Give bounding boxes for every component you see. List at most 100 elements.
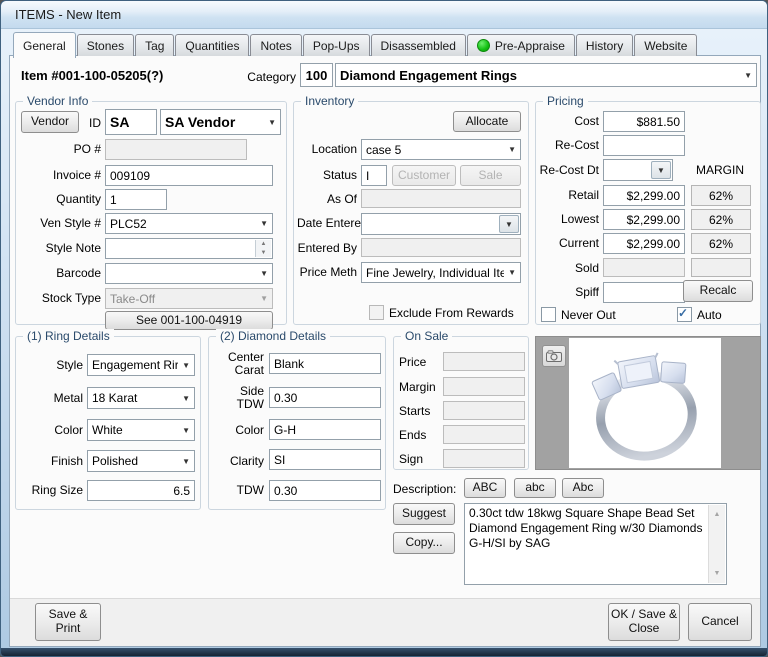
tab-tag[interactable]: Tag — [135, 34, 174, 56]
tab-website[interactable]: Website — [634, 34, 697, 56]
scroll-down-icon[interactable]: ▼ — [714, 566, 721, 581]
exclude-rewards-checkbox[interactable]: Exclude From Rewards — [369, 305, 514, 320]
customer-button: Customer — [392, 165, 456, 186]
tab-stones[interactable]: Stones — [77, 34, 134, 56]
invoice-label: Invoice # — [15, 168, 101, 182]
barcode-dropdown[interactable]: ▼ — [105, 263, 273, 284]
lowest-margin: 62% — [691, 209, 751, 230]
clarity-field[interactable]: SI — [269, 449, 381, 470]
recost-label: Re-Cost — [539, 138, 599, 152]
tab-quantities[interactable]: Quantities — [175, 34, 249, 56]
location-dropdown[interactable]: case 5▼ — [361, 139, 521, 160]
see-item-button[interactable]: See 001-100-04919 — [105, 311, 273, 330]
center-carat-field[interactable]: Blank — [269, 353, 381, 374]
auto-checkbox[interactable]: Auto — [677, 307, 722, 322]
tab-pre-appraise[interactable]: Pre-Appraise — [467, 34, 575, 56]
uppercase-button[interactable]: ABC — [464, 478, 506, 498]
sale-starts-label: Starts — [399, 404, 439, 418]
save-print-button[interactable]: Save & Print — [35, 603, 101, 641]
recost-dt-label: Re-Cost Dt — [535, 163, 599, 177]
recalc-button[interactable]: Recalc — [683, 280, 753, 302]
vendor-id-field[interactable]: SA — [105, 109, 157, 135]
sale-sign-label: Sign — [399, 452, 439, 466]
lowercase-button[interactable]: abc — [514, 478, 556, 498]
recost-dt-combo[interactable]: ▼ — [603, 159, 673, 181]
checkbox-icon — [369, 305, 384, 320]
category-label: Category — [241, 70, 296, 84]
tab-popups[interactable]: Pop-Ups — [303, 34, 370, 56]
price-meth-dropdown[interactable]: Fine Jewelry, Individual Iten▼ — [361, 262, 521, 283]
side-tdw-field[interactable]: 0.30 — [269, 387, 381, 408]
status-field[interactable]: I — [361, 165, 387, 186]
titlecase-button[interactable]: Abc — [562, 478, 604, 498]
sale-button: Sale — [460, 165, 521, 186]
tab-disassembled[interactable]: Disassembled — [371, 34, 466, 56]
window-frame-bottom — [1, 648, 768, 657]
current-field[interactable]: $2,299.00 — [603, 233, 685, 254]
item-image-panel — [535, 336, 761, 470]
tab-history[interactable]: History — [576, 34, 633, 56]
quantity-label: Quantity — [15, 192, 101, 206]
ring-size-field[interactable]: 6.5 — [87, 480, 195, 501]
diamond-color-field[interactable]: G-H — [269, 419, 381, 440]
description-textarea[interactable]: 0.30ct tdw 18kwg Square Shape Bead Set D… — [464, 503, 727, 585]
scroll-up-icon[interactable]: ▲ — [714, 507, 721, 522]
on-sale-title: On Sale — [401, 329, 452, 343]
style-note-field[interactable]: ▲▼ — [105, 238, 273, 259]
category-code-field[interactable]: 100 — [300, 63, 333, 87]
retail-field[interactable]: $2,299.00 — [603, 185, 685, 206]
tdw-field[interactable]: 0.30 — [269, 480, 381, 501]
calendar-dropdown-button[interactable]: ▼ — [651, 161, 671, 179]
cost-field[interactable]: $881.50 — [603, 111, 685, 132]
category-dropdown[interactable]: Diamond Engagement Rings▼ — [335, 63, 757, 87]
ring-color-dropdown[interactable]: White▼ — [87, 419, 195, 441]
as-of-field — [361, 189, 521, 208]
chevron-down-icon: ▼ — [657, 166, 665, 175]
ring-metal-label: Metal — [21, 391, 83, 405]
current-margin: 62% — [691, 233, 751, 254]
ring-style-label: Style — [21, 358, 83, 372]
never-out-checkbox[interactable]: Never Out — [541, 307, 616, 322]
recost-field[interactable] — [603, 135, 685, 156]
vendor-name-dropdown[interactable]: SA Vendor▼ — [160, 109, 281, 135]
ven-style-label: Ven Style # — [15, 216, 101, 230]
side-tdw-label: Side TDW — [214, 385, 264, 411]
date-entered-combo[interactable]: ▼ — [361, 213, 521, 235]
sale-margin-field — [443, 377, 525, 396]
cancel-button[interactable]: Cancel — [688, 603, 752, 641]
item-number: Item #001-100-05205(?) — [21, 68, 163, 83]
ring-size-label: Ring Size — [21, 483, 83, 497]
allocate-button[interactable]: Allocate — [453, 111, 521, 132]
sold-field — [603, 258, 685, 277]
copy-button[interactable]: Copy... — [393, 532, 455, 554]
chevron-down-icon: ▼ — [261, 250, 267, 256]
ok-save-close-button[interactable]: OK / Save & Close — [608, 603, 680, 641]
suggest-button[interactable]: Suggest — [393, 503, 455, 525]
item-image[interactable] — [569, 338, 721, 468]
ring-details-title: (1) Ring Details — [23, 329, 114, 343]
spiff-field[interactable] — [603, 282, 685, 303]
stock-type-dropdown: Take-Off▼ — [105, 288, 273, 309]
lowest-label: Lowest — [539, 212, 599, 226]
sale-ends-field — [443, 425, 525, 444]
calendar-dropdown-button[interactable]: ▼ — [499, 215, 519, 233]
chevron-down-icon: ▼ — [260, 269, 268, 278]
tab-general[interactable]: General — [13, 32, 76, 58]
barcode-label: Barcode — [15, 266, 101, 280]
center-carat-label: Center Carat — [214, 351, 264, 377]
diamond-color-label: Color — [214, 423, 264, 437]
quantity-field[interactable]: 1 — [105, 189, 167, 210]
ven-style-dropdown[interactable]: PLC52▼ — [105, 213, 273, 234]
stock-type-label: Stock Type — [15, 291, 101, 305]
scrollbar[interactable]: ▲ ▼ — [708, 505, 725, 583]
invoice-field[interactable]: 009109 — [105, 165, 273, 186]
camera-button[interactable] — [542, 345, 566, 367]
vendor-button[interactable]: Vendor — [21, 111, 79, 133]
tab-notes[interactable]: Notes — [250, 34, 301, 56]
spinner-control[interactable]: ▲▼ — [255, 240, 271, 257]
chevron-down-icon: ▼ — [744, 71, 752, 80]
ring-metal-dropdown[interactable]: 18 Karat▼ — [87, 387, 195, 409]
lowest-field[interactable]: $2,299.00 — [603, 209, 685, 230]
ring-finish-dropdown[interactable]: Polished▼ — [87, 450, 195, 472]
ring-style-dropdown[interactable]: Engagement Rir▼ — [87, 354, 195, 376]
